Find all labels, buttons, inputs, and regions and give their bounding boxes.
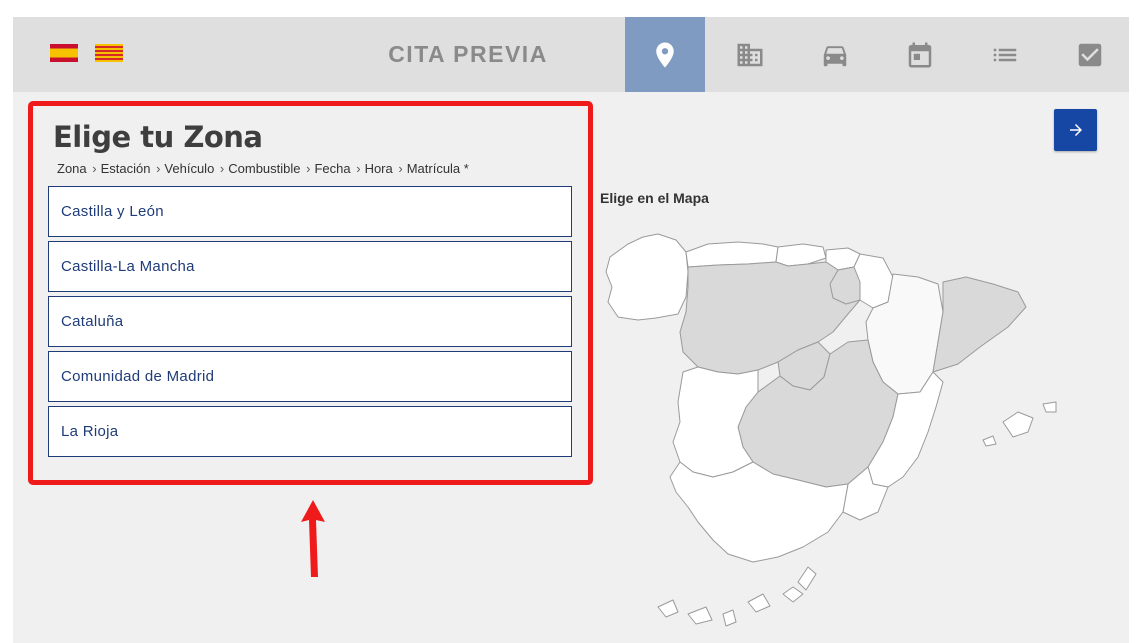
breadcrumb-item-hora: Hora: [365, 161, 403, 176]
car-icon: [823, 45, 847, 66]
breadcrumb-item-vehiculo: Vehículo: [164, 161, 224, 176]
step-confirmar[interactable]: [1050, 17, 1130, 92]
map-region-cataluna[interactable]: [932, 276, 1027, 373]
step-vehiculo[interactable]: [795, 17, 875, 92]
spain-map: [605, 233, 1057, 627]
arrow-right-icon: [1069, 124, 1082, 136]
step-zona[interactable]: [625, 17, 705, 92]
location-pin-icon: [656, 42, 674, 67]
map-region-baleares[interactable]: [982, 401, 1057, 447]
spain-flag-icon[interactable]: [50, 44, 78, 62]
panel-title: Elige tu Zona: [53, 120, 263, 154]
step-estacion[interactable]: [710, 17, 790, 92]
breadcrumb-item-matricula: Matrícula *: [406, 161, 469, 176]
zone-option-madrid[interactable]: Comunidad de Madrid: [48, 351, 572, 402]
zone-option-la-rioja[interactable]: La Rioja: [48, 406, 572, 457]
step-lista[interactable]: [965, 17, 1045, 92]
list-icon: [993, 48, 1017, 61]
zone-selection-panel: Elige tu Zona Zona Estación Vehículo Com…: [28, 101, 593, 485]
breadcrumb-item-fecha: Fecha: [314, 161, 360, 176]
breadcrumb-item-zona: Zona: [57, 161, 97, 176]
zone-option-castilla-leon[interactable]: Castilla y León: [48, 186, 572, 237]
breadcrumb: Zona Estación Vehículo Combustible Fecha…: [57, 161, 471, 176]
calendar-icon: [908, 42, 932, 67]
breadcrumb-item-combustible: Combustible: [228, 161, 310, 176]
map-region-canarias[interactable]: [657, 566, 817, 627]
step-fecha[interactable]: [880, 17, 960, 92]
annotation-arrow: [301, 500, 325, 577]
zone-option-castilla-la-mancha[interactable]: Castilla-La Mancha: [48, 241, 572, 292]
app-frame: CITA PREVIA Elige tu Zona Zona › Estació…: [13, 17, 1129, 643]
map-region-galicia[interactable]: [605, 233, 689, 321]
next-button[interactable]: [1054, 109, 1097, 151]
map-label: Elige en el Mapa: [600, 190, 709, 206]
zone-option-cataluna[interactable]: Cataluña: [48, 296, 572, 347]
app-title: CITA PREVIA: [388, 41, 548, 67]
checkbox-icon: [1078, 43, 1102, 66]
top-bar: CITA PREVIA: [13, 17, 1129, 92]
building-icon: [737, 43, 763, 66]
catalonia-flag-icon[interactable]: [95, 44, 123, 62]
zone-list: Castilla y León Castilla-La Mancha Catal…: [48, 186, 572, 461]
breadcrumb-item-estacion: Estación: [101, 161, 161, 176]
